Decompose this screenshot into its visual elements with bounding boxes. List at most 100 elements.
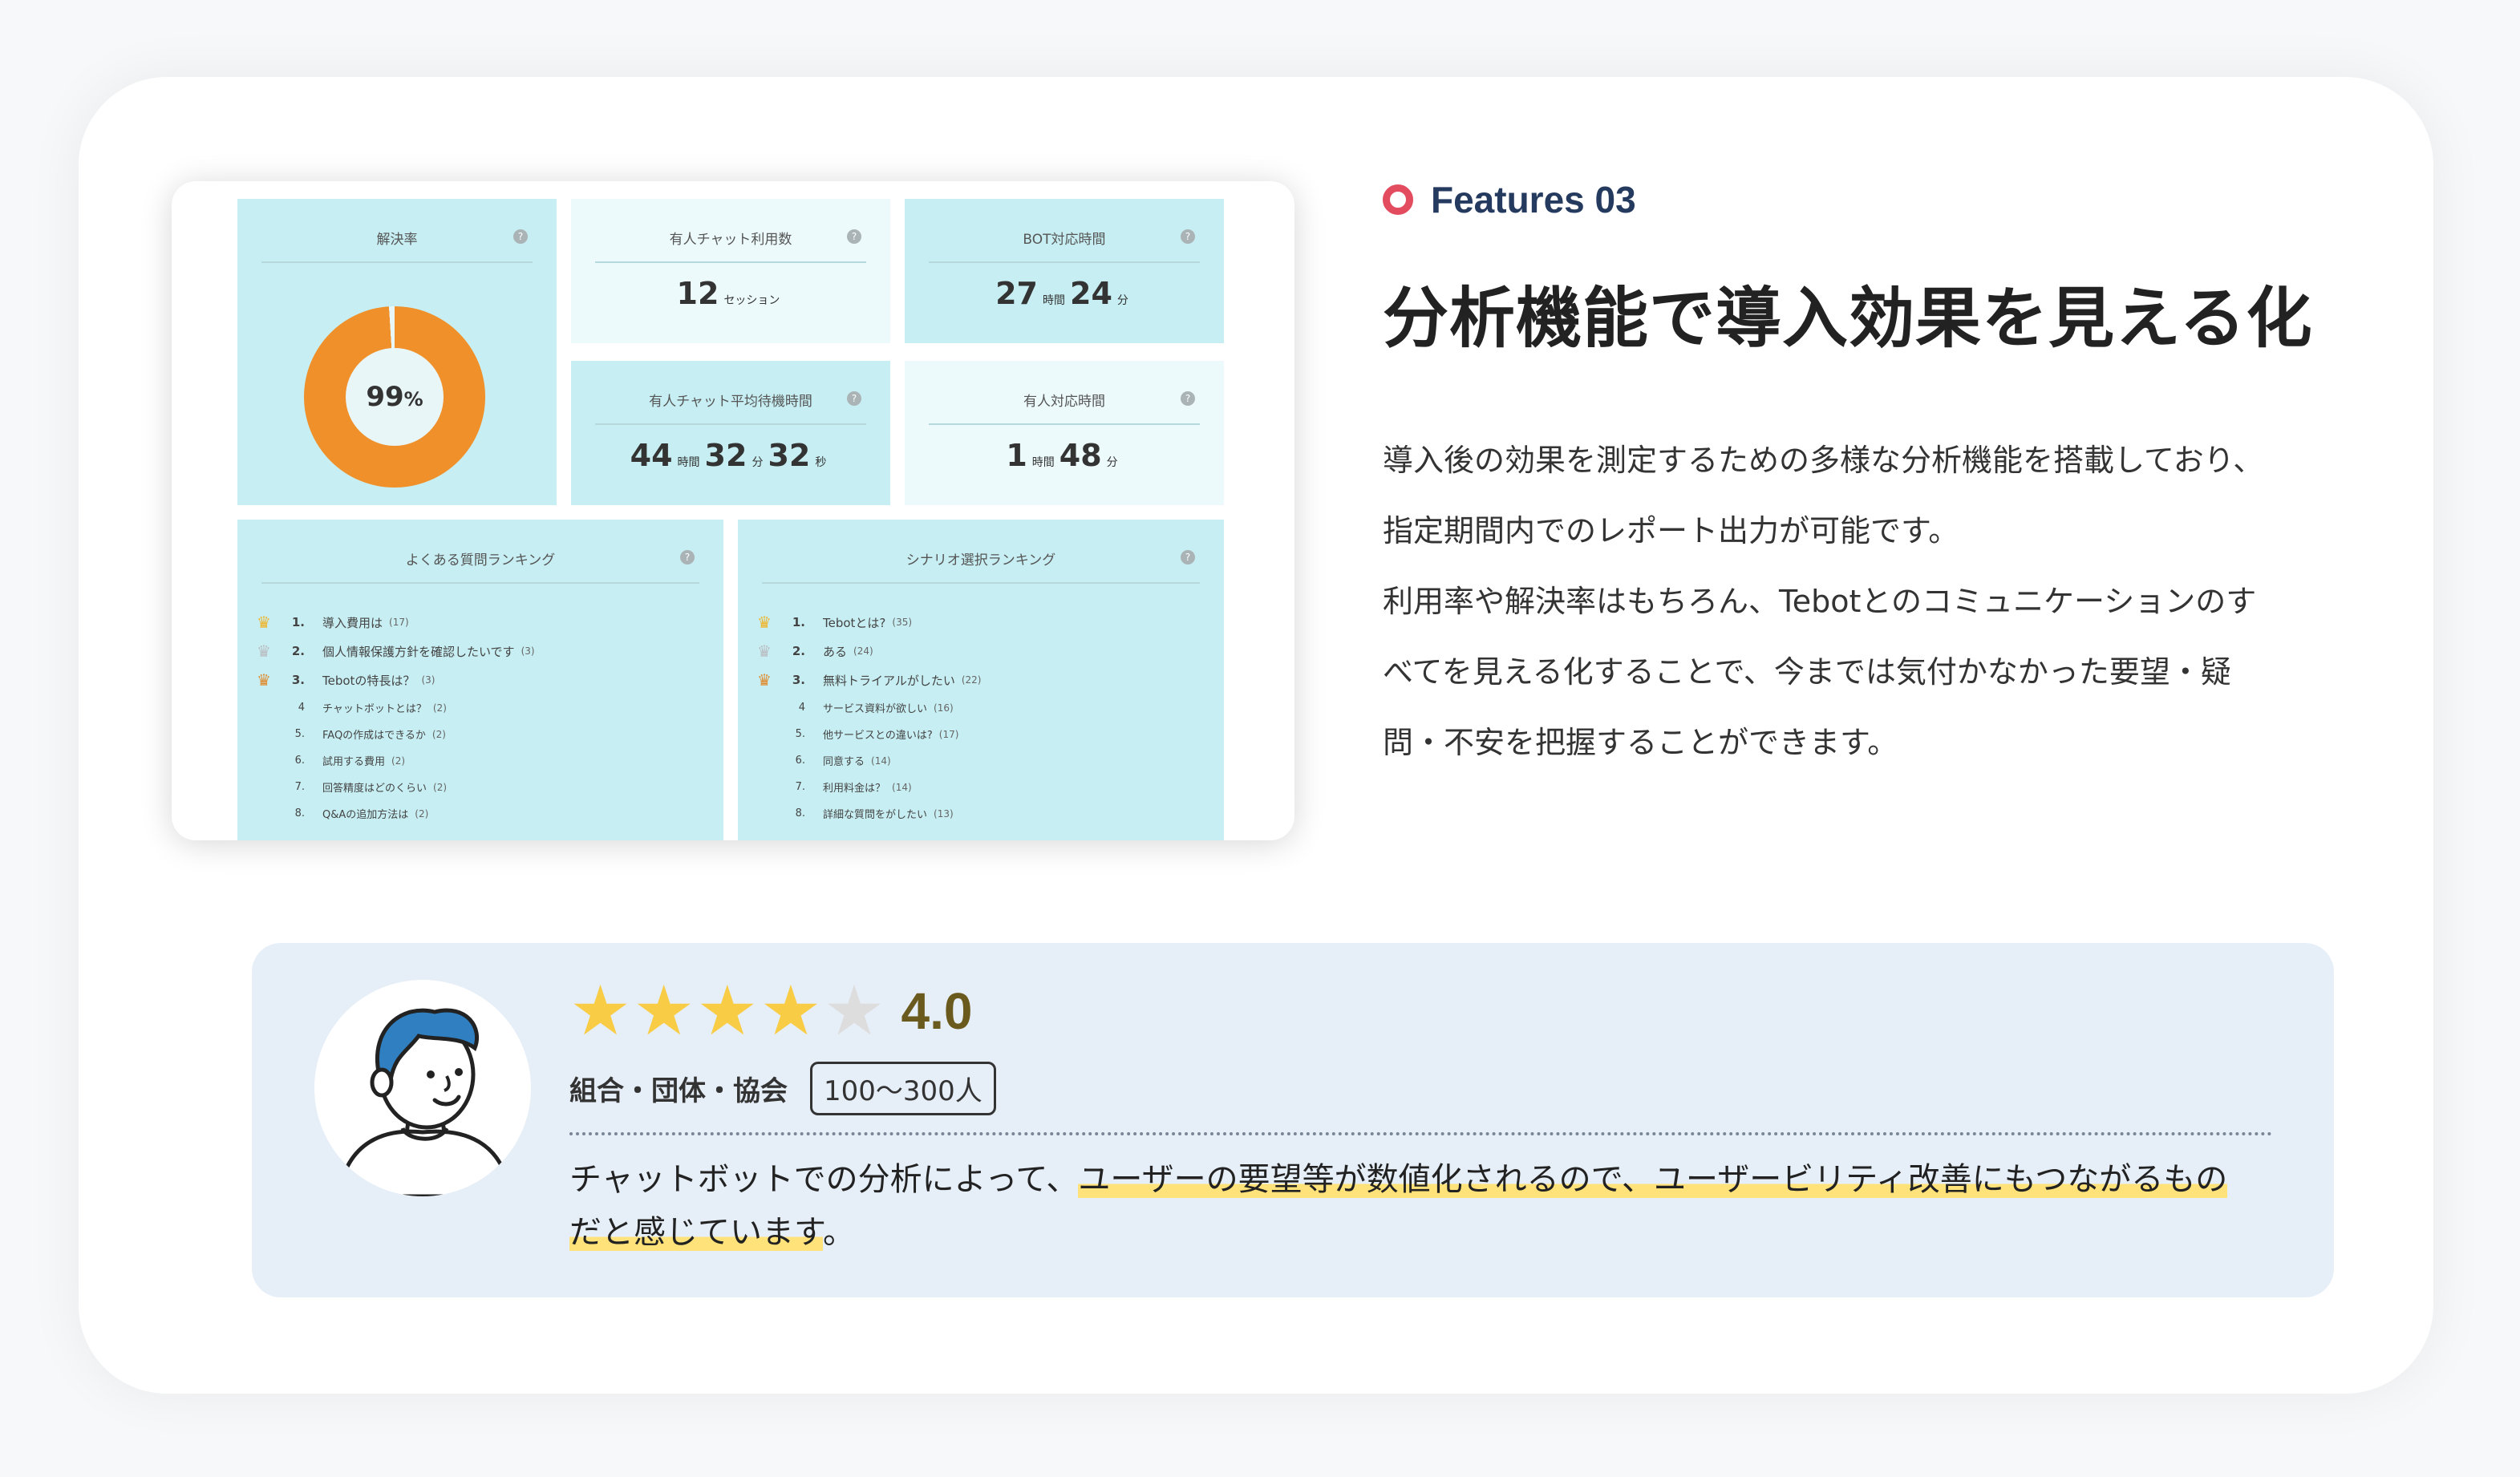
- dotted-divider: [569, 1132, 2273, 1135]
- faq-ranking-list: ♛ 1. 導入費用は (17) ♛ 2. 個人情報保護方針を確認したいです (3) ♛ 3. Teb…: [257, 608, 704, 827]
- scenario-ranking-list: ♛ 1. Tebotとは? (35) ♛ 2. ある (24) ♛ 3. 無料トライアルがしたい (2…: [757, 608, 1205, 827]
- ranking-count: (16): [934, 702, 954, 714]
- ranking-count: (2): [415, 807, 429, 819]
- ranking-number: 7.: [294, 781, 305, 793]
- ranking-label: 他サービスとの違いは?: [823, 730, 933, 742]
- organization-type: 組合・団体・協会: [569, 1075, 788, 1107]
- reviewer-meta: 組合・団体・協会 100〜300人: [569, 1062, 996, 1115]
- panel-title: BOT対応時間?: [929, 228, 1200, 263]
- ranking-item: 6. 同意する (14): [757, 747, 1205, 774]
- ranking-number: 8.: [294, 807, 305, 819]
- ranking-label: 無料トライアルがしたい: [823, 673, 955, 688]
- crown-icon: ♛: [757, 641, 772, 661]
- ranking-number: 2.: [291, 644, 305, 658]
- ranking-item: 7. 利用料金は？ (14): [757, 774, 1205, 800]
- staffed-time-panel: 有人対応時間? 1 時間 48 分: [905, 361, 1224, 505]
- panel-value: 12 セッション: [676, 276, 780, 311]
- crown-icon: ♛: [757, 613, 772, 632]
- help-icon[interactable]: ?: [1181, 229, 1195, 244]
- staffed-avg-wait-panel: 有人チャット平均待機時間? 44 時間 32 分 32 秒: [571, 361, 890, 505]
- ranking-number: 1.: [792, 615, 805, 629]
- ranking-number: 7.: [795, 781, 805, 793]
- feature-heading: 分析機能で導入効果を見える化: [1383, 281, 2313, 357]
- faq-ranking-panel: よくある質問ランキング? ♛ 1. 導入費用は (17) ♛ 2. 個人情報保護方針を確認し…: [237, 520, 723, 840]
- description-line: べてを見える化することで、今までは気付かなかった要望・疑: [1383, 654, 2231, 690]
- help-icon[interactable]: ?: [847, 391, 861, 406]
- ranking-count: (2): [432, 702, 447, 714]
- ranking-item: ♛ 1. Tebotとは? (35): [757, 608, 1205, 637]
- ranking-item: ♛ 2. ある (24): [757, 637, 1205, 666]
- star-icon: ★: [633, 971, 695, 1051]
- panel-value: 1 時間 48 分: [1006, 438, 1118, 473]
- dashboard-screenshot: 解決率? 99% 有人チャット利用数? 12 セッション BOT対応時間? 27 時…: [172, 181, 1294, 840]
- donut-chart: 99%: [304, 306, 485, 488]
- ranking-item: 5. 他サービスとの違いは? (17): [757, 721, 1205, 747]
- ranking-label: 導入費用は: [322, 615, 383, 630]
- ranking-item: 8. Q&Aの追加方法は (2): [257, 800, 704, 827]
- ranking-label: FAQの作成はできるか: [322, 730, 426, 742]
- description-line: 問・不安を把握することができます。: [1383, 725, 1898, 760]
- panel-value: 44 時間 32 分 32 秒: [630, 438, 827, 473]
- ranking-label: サービス資料が欲しい: [823, 703, 928, 715]
- star-icon: ★: [760, 971, 822, 1051]
- ranking-count: (14): [892, 781, 912, 793]
- avatar: [314, 980, 531, 1196]
- ranking-number: 8.: [795, 807, 805, 819]
- crown-icon: ♛: [757, 670, 772, 690]
- help-icon[interactable]: ?: [1181, 550, 1195, 564]
- highlighted-text: ユーザーの要望等が数値化されるので、ユーザービリティ改善にもつながるもの: [1078, 1161, 2228, 1198]
- panel-title: 有人チャット平均待機時間?: [595, 390, 866, 425]
- ranking-label: 個人情報保護方針を確認したいです: [322, 644, 515, 659]
- star-icon: ★: [569, 971, 632, 1051]
- ranking-number: 3.: [291, 673, 305, 687]
- star-empty-icon: ★: [823, 971, 885, 1051]
- help-icon[interactable]: ?: [680, 550, 695, 564]
- bot-time-panel: BOT対応時間? 27 時間 24 分: [905, 199, 1224, 343]
- ranking-label: 試用する費用: [322, 756, 386, 768]
- ranking-label: 回答精度はどのくらい: [322, 783, 427, 795]
- help-icon[interactable]: ?: [1181, 391, 1195, 406]
- ranking-item: 7. 回答精度はどのくらい (2): [257, 774, 704, 800]
- ranking-item: ♛ 3. Tebotの特長は？ (3): [257, 666, 704, 694]
- review-comment: チャットボットでの分析によって、ユーザーの要望等が数値化されるので、ユーザービリ…: [569, 1161, 2228, 1251]
- help-icon[interactable]: ?: [513, 229, 528, 244]
- ranking-count: (2): [433, 781, 448, 793]
- ranking-number: 4: [798, 702, 805, 714]
- panel-title: 有人チャット利用数?: [595, 228, 866, 263]
- panel-value: 27 時間 24 分: [995, 276, 1128, 311]
- donut-value: 99%: [346, 348, 444, 446]
- description-line: 導入後の効果を測定するための多様な分析機能を搭載しており、: [1383, 443, 2264, 478]
- ranking-item: 6. 試用する費用 (2): [257, 747, 704, 774]
- help-icon[interactable]: ?: [847, 229, 861, 244]
- ranking-count: (17): [389, 617, 409, 628]
- crown-icon: ♛: [257, 670, 271, 690]
- ranking-count: (13): [934, 807, 954, 819]
- person-illustration-icon: [336, 1008, 513, 1196]
- ranking-label: Q&Aの追加方法は: [322, 809, 409, 821]
- ranking-item: 4 サービス資料が欲しい (16): [757, 694, 1205, 721]
- description-line: 利用率や解決率はもちろん、Tebotとのコミュニケーションのす: [1383, 584, 2257, 619]
- ranking-number: 3.: [792, 673, 805, 687]
- ranking-item: 4 チャットボットとは？ (2): [257, 694, 704, 721]
- ranking-number: 6.: [795, 755, 805, 767]
- ranking-number: 6.: [294, 755, 305, 767]
- ranking-count: (14): [871, 755, 891, 767]
- ranking-count: (17): [938, 728, 959, 740]
- panel-title: 解決率?: [261, 228, 533, 263]
- panel-title: よくある質問ランキング?: [261, 548, 699, 584]
- feature-description: 導入後の効果を測定するための多様な分析機能を搭載しており、 指定期間内でのレポー…: [1383, 425, 2345, 778]
- ranking-label: Tebotとは?: [823, 615, 886, 630]
- ranking-count: (2): [431, 728, 446, 740]
- crown-icon: ♛: [257, 641, 271, 661]
- ranking-label: ある: [823, 644, 848, 659]
- star-icon: ★: [696, 971, 759, 1051]
- company-size-badge: 100〜300人: [810, 1062, 996, 1115]
- ranking-item: 8. 詳細な質問をがしたい (13): [757, 800, 1205, 827]
- ring-icon: [1383, 184, 1413, 215]
- highlighted-text: だと感じています: [569, 1214, 823, 1251]
- ranking-count: (3): [421, 674, 436, 686]
- scenario-ranking-panel: シナリオ選択ランキング? ♛ 1. Tebotとは? (35) ♛ 2. ある (24) ♛ 3.…: [738, 520, 1224, 840]
- ranking-item: ♛ 1. 導入費用は (17): [257, 608, 704, 637]
- feature-label: Features 03: [1383, 178, 1636, 221]
- ranking-item: ♛ 3. 無料トライアルがしたい (22): [757, 666, 1205, 694]
